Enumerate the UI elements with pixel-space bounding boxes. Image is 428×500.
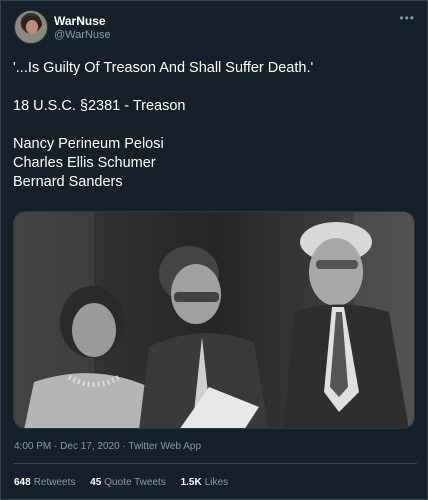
tweet-text: '...Is Guilty Of Treason And Shall Suffe… <box>13 59 413 192</box>
tweet-date[interactable]: Dec 17, 2020 <box>60 441 120 452</box>
tweet-header: WarNuse @WarNuse ••• <box>13 9 417 45</box>
likes-stat[interactable]: 1.5K Likes <box>181 477 228 488</box>
tweet-time[interactable]: 4:00 PM <box>14 441 51 452</box>
user-handle[interactable]: @WarNuse <box>54 29 111 41</box>
quote-tweets-stat[interactable]: 45 Quote Tweets <box>90 477 166 488</box>
tweet-meta: 4:00 PM · Dec 17, 2020 · Twitter Web App <box>14 441 201 452</box>
display-name[interactable]: WarNuse <box>54 14 106 28</box>
photo-illustration <box>14 212 414 428</box>
tweet-line-statute: 18 U.S.C. §2381 - Treason <box>13 98 186 114</box>
likes-label: Likes <box>204 477 229 488</box>
likes-count: 1.5K <box>180 477 202 488</box>
retweets-count: 648 <box>14 477 31 488</box>
quote-tweets-label: Quote Tweets <box>104 477 166 488</box>
tweet-line-name: Bernard Sanders <box>13 174 123 190</box>
tweet-line-quote: '...Is Guilty Of Treason And Shall Suffe… <box>13 60 314 76</box>
tweet-card: WarNuse @WarNuse ••• '...Is Guilty Of Tr… <box>0 0 428 500</box>
tweet-stats: 648 Retweets 45 Quote Tweets 1.5K Likes <box>14 477 240 491</box>
tweet-source-app[interactable]: Twitter Web App <box>128 441 201 452</box>
more-options-icon[interactable]: ••• <box>399 11 415 25</box>
tweet-line-name: Charles Ellis Schumer <box>13 155 156 171</box>
avatar[interactable] <box>14 10 48 44</box>
meta-separator: · <box>54 441 58 452</box>
avatar-face <box>26 20 38 34</box>
divider <box>13 463 417 464</box>
quote-tweets-count: 45 <box>90 477 102 488</box>
tweet-line-name: Nancy Perineum Pelosi <box>13 136 164 152</box>
retweets-label: Retweets <box>33 477 76 488</box>
meta-separator: · <box>122 441 126 452</box>
tweet-photo[interactable] <box>13 211 415 429</box>
retweets-stat[interactable]: 648 Retweets <box>14 477 75 488</box>
